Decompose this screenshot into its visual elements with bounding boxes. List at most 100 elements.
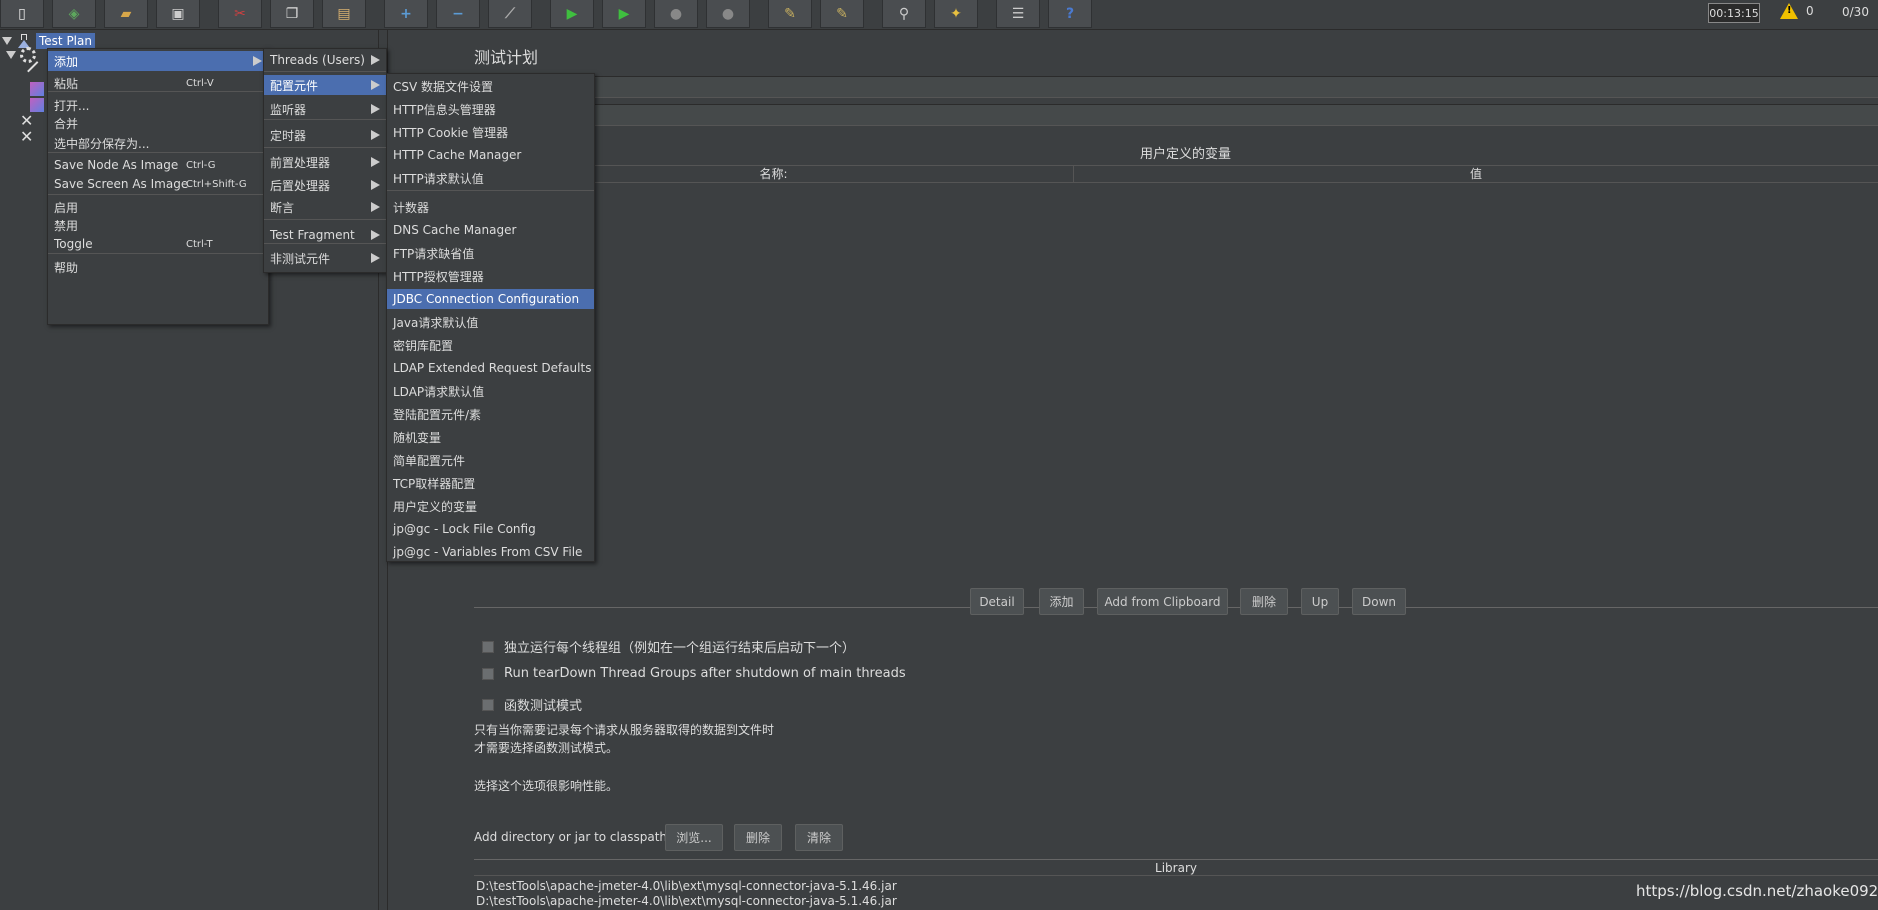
- submenu-item-label: Test Fragment: [270, 228, 355, 242]
- classpath-clear-button[interactable]: 清除: [795, 824, 843, 851]
- library-header[interactable]: Library: [474, 859, 1878, 876]
- expand-button[interactable]: +: [384, 0, 428, 28]
- expand-arrow-icon[interactable]: [2, 37, 12, 45]
- user-variables-label: 用户定义的变量: [1140, 147, 1232, 162]
- menu-item[interactable]: 启用: [48, 197, 268, 217]
- checkbox-label: Run tearDown Thread Groups after shutdow…: [504, 666, 906, 681]
- templates-button[interactable]: ◈: [52, 0, 96, 28]
- config-menu-item[interactable]: FTP请求缺省值: [387, 243, 594, 263]
- config-menu-item[interactable]: CSV 数据文件设置: [387, 76, 594, 96]
- search-button[interactable]: ⚲: [882, 0, 926, 28]
- config-menu-item[interactable]: HTTP请求默认值: [387, 168, 594, 188]
- run-groups-consecutively-option[interactable]: 独立运行每个线程组（例如在一个组运行结束后启动下一个）: [482, 637, 855, 656]
- submenu-item[interactable]: 断言: [264, 197, 386, 217]
- config-menu-item[interactable]: JDBC Connection Configuration: [387, 289, 594, 309]
- menu-item[interactable]: 选中部分保存为...: [48, 133, 268, 153]
- submenu-item[interactable]: 后置处理器: [264, 175, 386, 195]
- cut-button[interactable]: ✂: [218, 0, 262, 28]
- variables-table[interactable]: [474, 183, 1878, 608]
- clear-button[interactable]: ✎: [768, 0, 812, 28]
- menu-item[interactable]: 打开...: [48, 95, 268, 115]
- menu-item[interactable]: Toggle Ctrl-T: [48, 234, 268, 254]
- menu-item[interactable]: 粘贴 Ctrl-V: [48, 73, 268, 93]
- submenu-item[interactable]: Test Fragment: [264, 225, 386, 245]
- menu-item[interactable]: Save Node As Image Ctrl-G: [48, 155, 268, 175]
- classpath-delete-button[interactable]: 删除: [734, 824, 782, 851]
- teardown-option[interactable]: Run tearDown Thread Groups after shutdow…: [482, 666, 906, 681]
- shutdown-button[interactable]: ●: [706, 0, 750, 28]
- config-menu-item[interactable]: 随机变量: [387, 427, 594, 447]
- toggle-button[interactable]: ⟋: [488, 0, 532, 28]
- expand-arrow-icon[interactable]: [6, 51, 16, 59]
- new-button[interactable]: ▯: [0, 0, 44, 28]
- comments-field[interactable]: [474, 104, 1878, 126]
- submenu-item[interactable]: 配置元件: [264, 75, 386, 95]
- config-menu-item[interactable]: HTTP Cookie 管理器: [387, 122, 594, 142]
- library-row[interactable]: D:\testTools\apache-jmeter-4.0\lib\ext\m…: [476, 879, 897, 893]
- browse-button[interactable]: 浏览...: [665, 824, 723, 851]
- start-no-pause-button[interactable]: ▶: [602, 0, 646, 28]
- checkbox[interactable]: [482, 698, 494, 711]
- config-menu-item[interactable]: HTTP授权管理器: [387, 266, 594, 286]
- column-value-header[interactable]: 值: [1074, 166, 1878, 184]
- config-menu-item[interactable]: Java请求默认值: [387, 312, 594, 332]
- config-menu-item[interactable]: jp@gc - Variables From CSV File: [387, 542, 594, 562]
- detail-button[interactable]: Detail: [970, 588, 1024, 615]
- add-button[interactable]: 添加: [1039, 588, 1084, 615]
- config-menu-item[interactable]: 密钥库配置: [387, 335, 594, 355]
- config-menu-item[interactable]: 登陆配置元件/素: [387, 404, 594, 424]
- stop-button[interactable]: ●: [654, 0, 698, 28]
- config-menu-item[interactable]: DNS Cache Manager: [387, 220, 594, 240]
- start-button[interactable]: ▶: [550, 0, 594, 28]
- help-button[interactable]: ?: [1048, 0, 1092, 28]
- checkbox-label: 函数测试模式: [504, 699, 583, 714]
- up-button[interactable]: Up: [1301, 588, 1339, 615]
- clear-all-button[interactable]: ✎: [820, 0, 864, 28]
- submenu-item-label: 监听器: [270, 102, 307, 117]
- classpath-label: Add directory or jar to classpath: [474, 830, 668, 844]
- function-helper-button[interactable]: ☰: [996, 0, 1040, 28]
- config-menu-item[interactable]: TCP取样器配置: [387, 473, 594, 493]
- add-from-clipboard-button[interactable]: Add from Clipboard: [1097, 588, 1228, 615]
- config-menu-item-label: JDBC Connection Configuration: [393, 292, 580, 306]
- reset-search-button[interactable]: ✦: [934, 0, 978, 28]
- submenu-item[interactable]: 监听器: [264, 99, 386, 119]
- config-menu-item[interactable]: HTTP信息头管理器: [387, 99, 594, 119]
- checkbox[interactable]: [482, 667, 494, 680]
- save-button[interactable]: ▣: [156, 0, 200, 28]
- submenu-arrow-icon: [371, 130, 380, 140]
- submenu-item[interactable]: Threads (Users): [264, 50, 386, 70]
- config-menu-item[interactable]: LDAP请求默认值: [387, 381, 594, 401]
- down-button[interactable]: Down: [1352, 588, 1406, 615]
- submenu-item[interactable]: 定时器: [264, 125, 386, 145]
- paste-button[interactable]: ▤: [322, 0, 366, 28]
- menu-item[interactable]: Save Screen As Image Ctrl+Shift-G: [48, 174, 268, 194]
- warning-indicator[interactable]: 0: [1780, 3, 1814, 19]
- library-row[interactable]: D:\testTools\apache-jmeter-4.0\lib\ext\m…: [476, 894, 897, 908]
- submenu-item-label: 后置处理器: [270, 178, 331, 193]
- copy-button[interactable]: ❐: [270, 0, 314, 28]
- menu-item[interactable]: 合并: [48, 113, 268, 133]
- config-menu-item[interactable]: HTTP Cache Manager: [387, 145, 594, 165]
- config-menu-item[interactable]: LDAP Extended Request Defaults: [387, 358, 594, 378]
- tree-child-row[interactable]: ✕: [20, 128, 34, 146]
- functional-test-mode-option[interactable]: 函数测试模式: [482, 695, 582, 714]
- collapse-button[interactable]: −: [436, 0, 480, 28]
- config-menu-item[interactable]: jp@gc - Lock File Config: [387, 519, 594, 539]
- submenu-item[interactable]: 非测试元件: [264, 248, 386, 268]
- menu-item[interactable]: 添加: [48, 51, 268, 71]
- delete-button[interactable]: 删除: [1240, 588, 1288, 615]
- config-menu-item[interactable]: 计数器: [387, 197, 594, 217]
- context-menu: 添加 粘贴 Ctrl-V 打开... 合并 选中部分保存为... Save Node As …: [47, 48, 269, 325]
- test-plan-node[interactable]: Test Plan: [36, 33, 95, 49]
- open-button[interactable]: ▰: [104, 0, 148, 28]
- menu-item[interactable]: 帮助: [48, 257, 268, 277]
- tree-child-row[interactable]: [27, 61, 47, 81]
- config-menu-item-label: 登陆配置元件/素: [393, 407, 482, 422]
- checkbox[interactable]: [482, 640, 494, 653]
- submenu-item[interactable]: 前置处理器: [264, 152, 386, 172]
- menu-item[interactable]: 禁用: [48, 215, 268, 235]
- config-menu-item[interactable]: 用户定义的变量: [387, 496, 594, 516]
- config-menu-item[interactable]: 简单配置元件: [387, 450, 594, 470]
- name-field[interactable]: [474, 76, 1878, 98]
